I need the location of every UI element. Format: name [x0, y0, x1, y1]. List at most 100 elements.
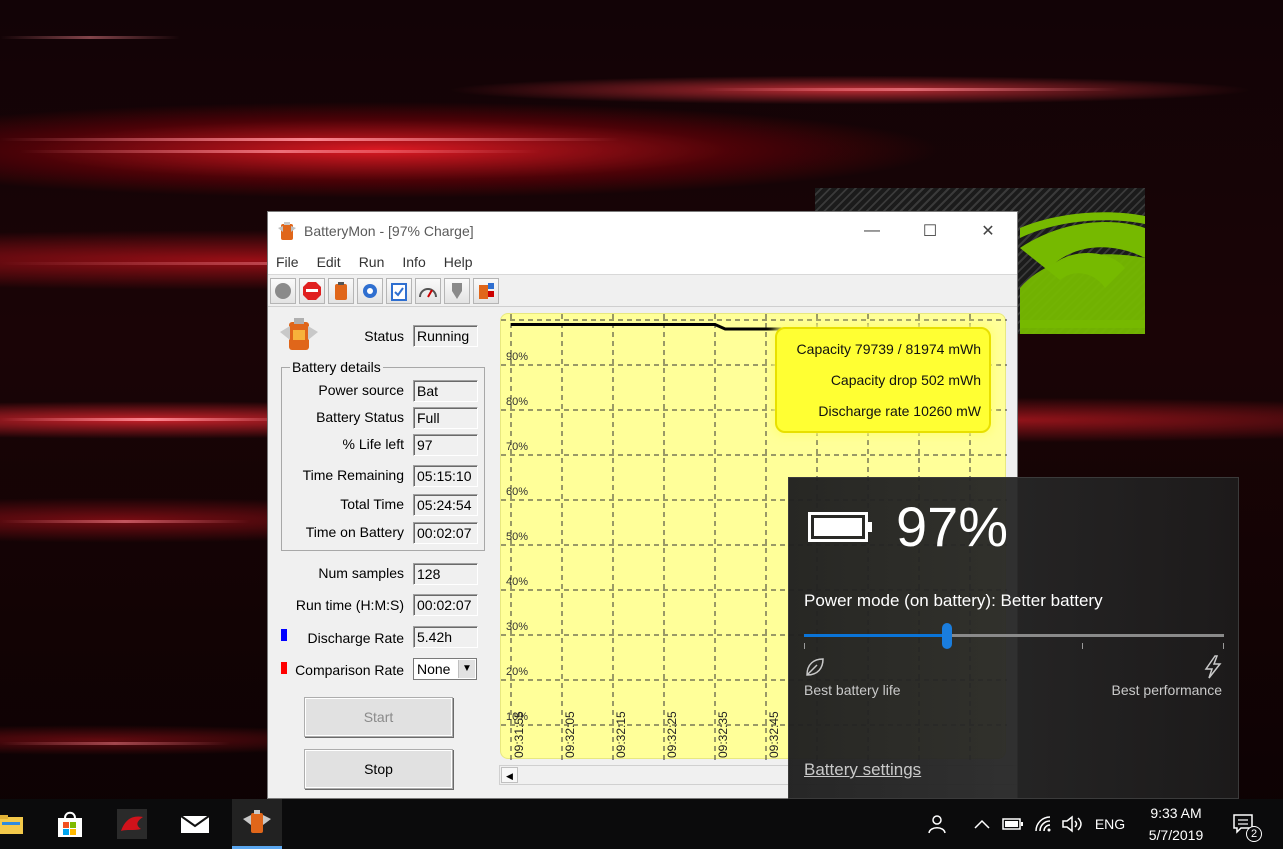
language-indicator[interactable]: ENG: [1090, 799, 1130, 849]
battery-tray-button[interactable]: [1000, 799, 1026, 849]
mail-button[interactable]: [170, 799, 220, 849]
power-slider-track[interactable]: [946, 634, 1224, 637]
comparison-rate-value: None: [417, 661, 451, 677]
light-streak: [0, 36, 180, 39]
battery-details-title: Battery details: [290, 359, 383, 375]
x-tick-label: 09:32:15: [614, 711, 628, 758]
minimize-button[interactable]: —: [843, 212, 901, 249]
power-mode-label: Power mode (on battery): Better battery: [804, 591, 1103, 610]
battery-percent: 97%: [896, 495, 1009, 558]
comparison-rate-select[interactable]: None ▼: [413, 658, 477, 680]
menu-info[interactable]: Info: [402, 254, 425, 270]
people-button[interactable]: [922, 799, 954, 849]
light-streak: [700, 88, 1120, 91]
slider-tick: [804, 643, 805, 649]
x-tick-label: 09:31:55: [512, 711, 526, 758]
store-icon: [58, 811, 82, 837]
battery-icon: [808, 512, 872, 542]
menu-help[interactable]: Help: [444, 254, 473, 270]
run-time-label: Run time (H:M:S): [295, 597, 404, 613]
battery-settings-link[interactable]: Battery settings: [804, 760, 921, 780]
battery-info-icon: [479, 282, 494, 299]
record-icon: [275, 282, 291, 299]
msi-dragon-icon: [117, 809, 147, 839]
toolbar: [268, 275, 1017, 307]
status-field: Running: [413, 325, 478, 347]
y-tick-label: 80%: [506, 396, 528, 408]
battery-status-icon: [280, 318, 318, 350]
light-streak: [0, 418, 300, 421]
notification-badge: 2: [1246, 826, 1262, 842]
slider-tick: [1223, 643, 1224, 649]
y-tick-label: 70%: [506, 441, 528, 453]
record-button[interactable]: [270, 277, 296, 304]
start-button[interactable]: Start: [304, 697, 453, 737]
chevron-up-icon: [974, 819, 990, 829]
show-hidden-icons-button[interactable]: [970, 799, 994, 849]
close-button[interactable]: ✕: [959, 212, 1017, 249]
clock[interactable]: 9:33 AM 5/7/2019: [1138, 799, 1214, 849]
battery-status-field: Full: [413, 407, 478, 429]
settings-button[interactable]: [357, 277, 383, 304]
run-time-field: 00:02:07: [413, 594, 478, 616]
chevron-down-icon[interactable]: ▼: [458, 660, 475, 678]
num-samples-field: 128: [413, 563, 478, 585]
scroll-left-arrow-icon[interactable]: ◀: [501, 767, 518, 783]
clipboard-icon: [391, 282, 407, 301]
power-source-label: Power source: [318, 382, 404, 398]
battery-info-button[interactable]: [473, 277, 499, 304]
network-button[interactable]: [1032, 799, 1056, 849]
clipboard-button[interactable]: [386, 277, 412, 304]
total-time-label: Total Time: [340, 496, 404, 512]
discharge-rate-text: Discharge rate 10260 mW: [818, 403, 981, 419]
status-label: Status: [364, 328, 404, 344]
maximize-button[interactable]: ☐: [901, 212, 959, 249]
stop-icon: [303, 281, 321, 300]
stop-button[interactable]: Stop: [304, 749, 453, 789]
y-tick-label: 30%: [506, 621, 528, 633]
light-streak: [0, 742, 230, 745]
window-title: BatteryMon - [97% Charge]: [304, 222, 474, 239]
time-remaining-field: 05:15:10: [413, 465, 478, 487]
chart-info-box: Capacity 79739 / 81974 mWh Capacity drop…: [775, 327, 991, 433]
action-center-button[interactable]: 2: [1226, 799, 1262, 849]
y-tick-label: 90%: [506, 351, 528, 363]
stop-toolbar-button[interactable]: [299, 277, 325, 304]
plug-icon: [452, 282, 462, 299]
file-explorer-icon: [0, 815, 23, 834]
light-streak: [20, 150, 540, 153]
volume-button[interactable]: [1060, 799, 1084, 849]
mail-icon: [180, 815, 210, 833]
menu-file[interactable]: File: [276, 254, 299, 270]
menu-run[interactable]: Run: [359, 254, 385, 270]
power-source-field: Bat: [413, 380, 478, 402]
y-tick-label: 20%: [506, 666, 528, 678]
x-tick-label: 09:32:25: [665, 711, 679, 758]
capacity-drop-text: Capacity drop 502 mWh: [830, 372, 981, 388]
menu-edit[interactable]: Edit: [317, 254, 341, 270]
power-slider-thumb[interactable]: [941, 623, 952, 649]
y-tick-label: 50%: [506, 531, 528, 543]
gauge-icon: [419, 287, 437, 297]
people-icon: [928, 815, 946, 834]
num-samples-label: Num samples: [318, 565, 404, 581]
msi-dragon-button[interactable]: [107, 799, 157, 849]
clock-date: 5/7/2019: [1148, 827, 1204, 843]
comparison-rate-label: Comparison Rate: [295, 662, 404, 678]
x-tick-label: 09:32:35: [716, 711, 730, 758]
battery-icon: [335, 281, 347, 300]
plug-button[interactable]: [444, 277, 470, 304]
file-explorer-button[interactable]: [0, 799, 35, 849]
x-tick-label: 09:32:05: [563, 711, 577, 758]
battery-button[interactable]: [328, 277, 354, 304]
time-remaining-label: Time Remaining: [302, 467, 404, 483]
battery-tray-icon: [1002, 818, 1023, 830]
batterymon-taskbar-button[interactable]: [232, 799, 282, 849]
title-bar[interactable]: BatteryMon - [97% Charge] — ☐ ✕: [268, 212, 1017, 249]
time-on-battery-field: 00:02:07: [413, 522, 478, 544]
gauge-button[interactable]: [415, 277, 441, 304]
comparison-rate-color: [281, 662, 287, 674]
store-button[interactable]: [45, 799, 95, 849]
battery-flyout: 97% Power mode (on battery): Better batt…: [788, 477, 1239, 799]
battery-status-label: Battery Status: [316, 409, 404, 425]
